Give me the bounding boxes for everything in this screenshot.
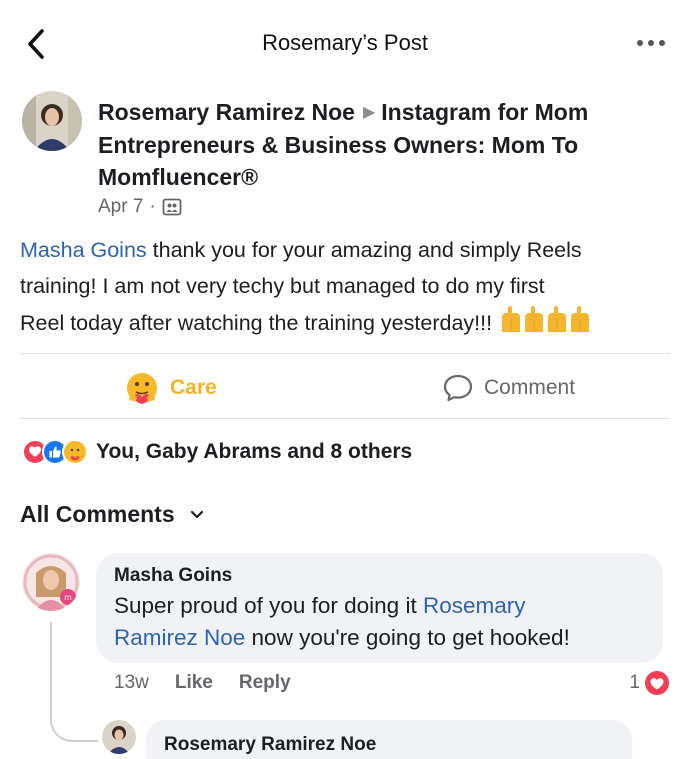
comment-time[interactable]: 13w [114,672,149,694]
author-avatar[interactable] [22,91,82,151]
care-reaction-icon [127,373,157,404]
care-label: Care [170,376,217,399]
arrow-right-icon: ▶ [362,104,376,121]
love-reaction-icon [645,671,669,695]
reply-bubble[interactable]: Rosemary Ramirez Noe [146,720,632,759]
comment-icon [443,374,473,402]
commenter-avatar[interactable]: m [22,553,80,611]
comment-reply-button[interactable]: Reply [239,672,291,694]
comment-reaction-count-value: 1 [629,672,640,693]
comment-text-start: Super proud of you for doing it [114,593,423,618]
comments-filter-label: All Comments [20,500,175,527]
divider [20,418,670,419]
top-bar: Rosemary’s Post [0,0,690,88]
comment-bubble[interactable]: Masha Goins Super proud of you for doing… [96,553,663,663]
clapping-hands-emoji [498,304,594,345]
reactions-summary[interactable]: You, Gaby Abrams and 8 others [22,436,412,468]
comment-text: Super proud of you for doing it Rosemary… [114,590,645,654]
post-header: Rosemary Ramirez Noe ▶ Instagram for Mom E… [98,96,658,193]
comment-like-button[interactable]: Like [175,672,213,694]
divider [20,353,670,354]
page-title: Rosemary’s Post [262,30,428,55]
svg-text:m: m [64,593,72,602]
more-options-button[interactable] [634,30,668,56]
comment-author[interactable]: Masha Goins [114,565,645,587]
post-body: Masha Goins thank you for your amazing a… [20,232,675,345]
post-text-line-3: Reel today after watching the training y… [20,311,499,335]
care-button[interactable]: Care [124,368,217,408]
comment-actions: 13w Like Reply [114,672,291,694]
comment-label: Comment [484,376,576,399]
post-author-name[interactable]: Rosemary Ramirez Noe [98,99,355,125]
care-reaction-icon [62,439,88,465]
post-meta: Apr 7 · [98,196,182,218]
thread-connector [50,700,98,742]
reply-author[interactable]: Rosemary Ramirez Noe [164,734,614,756]
reactions-summary-text: You, Gaby Abrams and 8 others [96,440,413,463]
comment-mention-line-2[interactable]: Ramirez Noe [114,625,245,650]
comment-mention-line-1[interactable]: Rosemary [423,593,526,618]
post-text-line-1: thank you for your amazing and simply Re… [146,238,582,262]
reaction-icons [22,439,88,465]
comment-reaction-count[interactable]: 1 [629,670,670,696]
meta-separator: · [149,196,156,217]
reply-author-avatar[interactable] [102,720,136,754]
post-text-line-2: training! I am not very techy but manage… [20,274,545,298]
post-date[interactable]: Apr 7 [98,196,143,218]
mention-link[interactable]: Masha Goins [20,238,147,262]
chevron-down-icon [190,510,203,519]
comment-button[interactable]: Comment [442,368,575,408]
comment-text-end: now you're going to get hooked! [245,625,570,650]
group-audience-icon [162,198,182,216]
more-horizontal-icon [637,40,665,46]
comments-filter-dropdown[interactable]: All Comments [20,497,205,531]
